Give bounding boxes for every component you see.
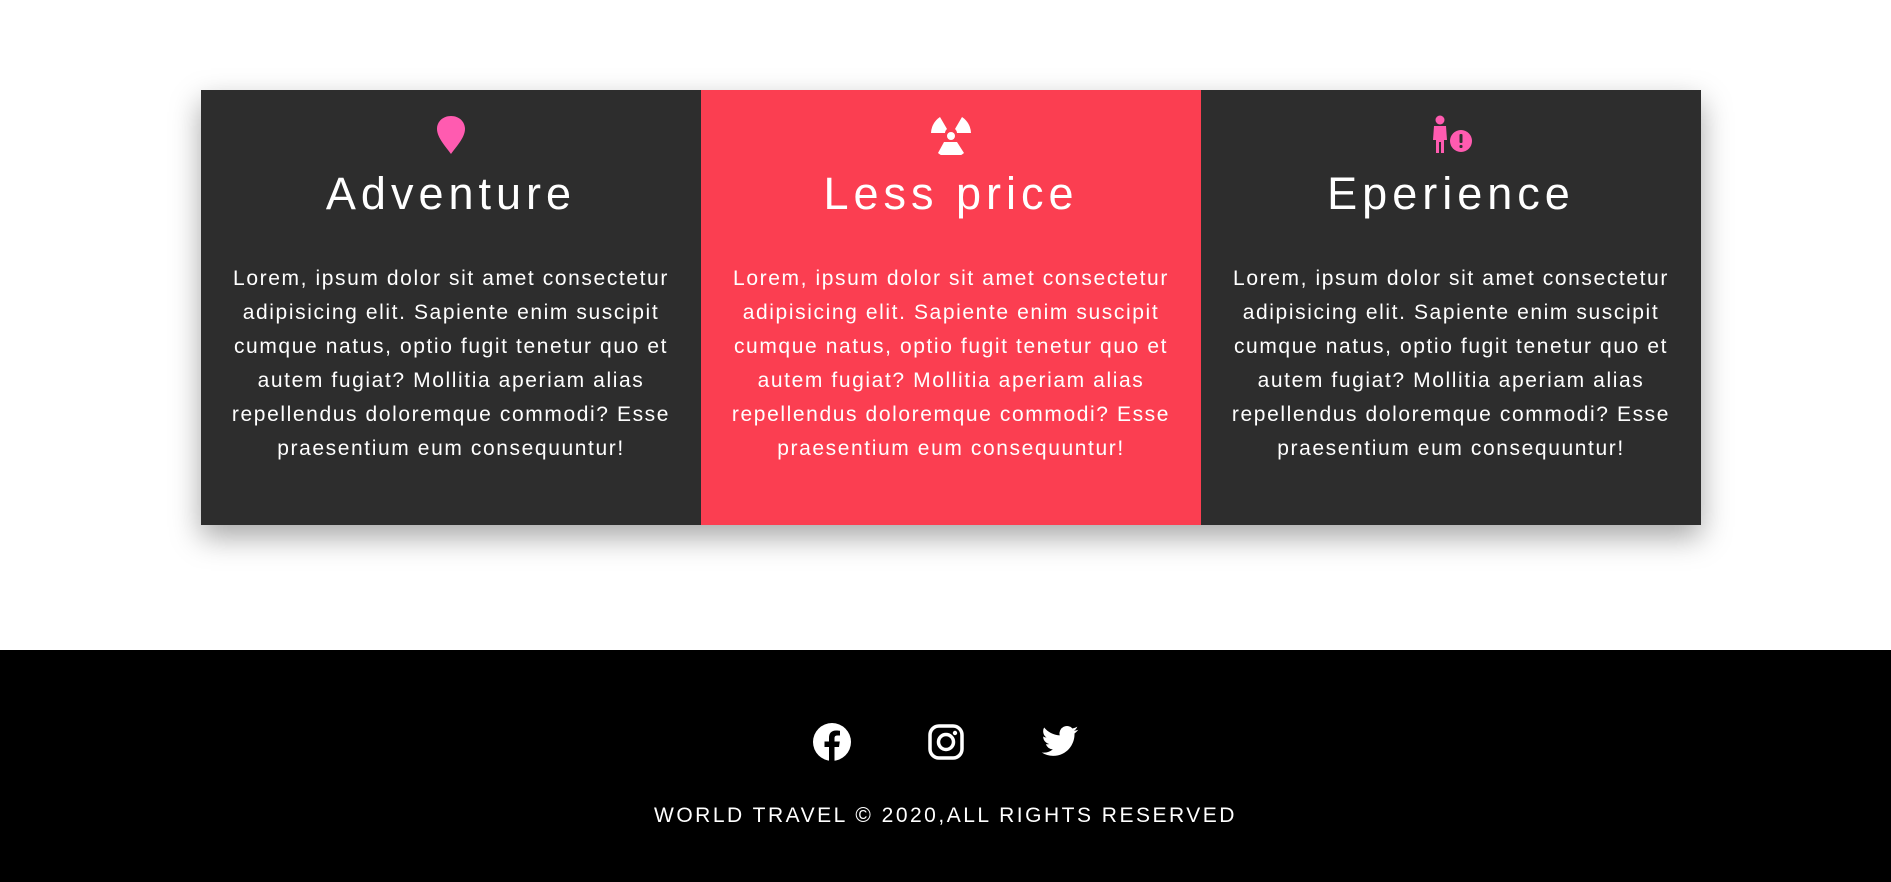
facebook-link[interactable] [812, 722, 852, 762]
social-links [0, 722, 1891, 762]
page: Adventure Lorem, ipsum dolor sit amet co… [0, 0, 1891, 882]
radiation-icon [729, 112, 1173, 158]
feature-card-adventure: Adventure Lorem, ipsum dolor sit amet co… [201, 90, 701, 525]
copyright-text: WORLD TRAVEL © 2020,ALL RIGHTS RESERVED [654, 804, 1237, 827]
feature-description: Lorem, ipsum dolor sit amet consectetur … [731, 267, 1171, 460]
twitter-link[interactable] [1040, 722, 1080, 762]
instagram-icon [927, 724, 964, 760]
feature-card-experience: Eperience Lorem, ipsum dolor sit amet co… [1201, 90, 1701, 525]
facebook-icon [812, 723, 851, 761]
instagram-link[interactable] [926, 722, 966, 762]
feature-title: Eperience [1327, 168, 1575, 219]
feature-title: Adventure [325, 168, 577, 219]
features-section: Adventure Lorem, ipsum dolor sit amet co… [201, 90, 1701, 525]
map-pin-icon [229, 112, 673, 158]
feature-description: Lorem, ipsum dolor sit amet consectetur … [231, 267, 671, 460]
feature-card-less-price: Less price Lorem, ipsum dolor sit amet c… [701, 90, 1201, 525]
twitter-icon [1041, 726, 1078, 756]
feature-title: Less price [823, 168, 1079, 219]
feature-description: Lorem, ipsum dolor sit amet consectetur … [1231, 267, 1671, 460]
footer: WORLD TRAVEL © 2020,ALL RIGHTS RESERVED [0, 650, 1891, 882]
person-exclamation-icon [1229, 112, 1673, 158]
